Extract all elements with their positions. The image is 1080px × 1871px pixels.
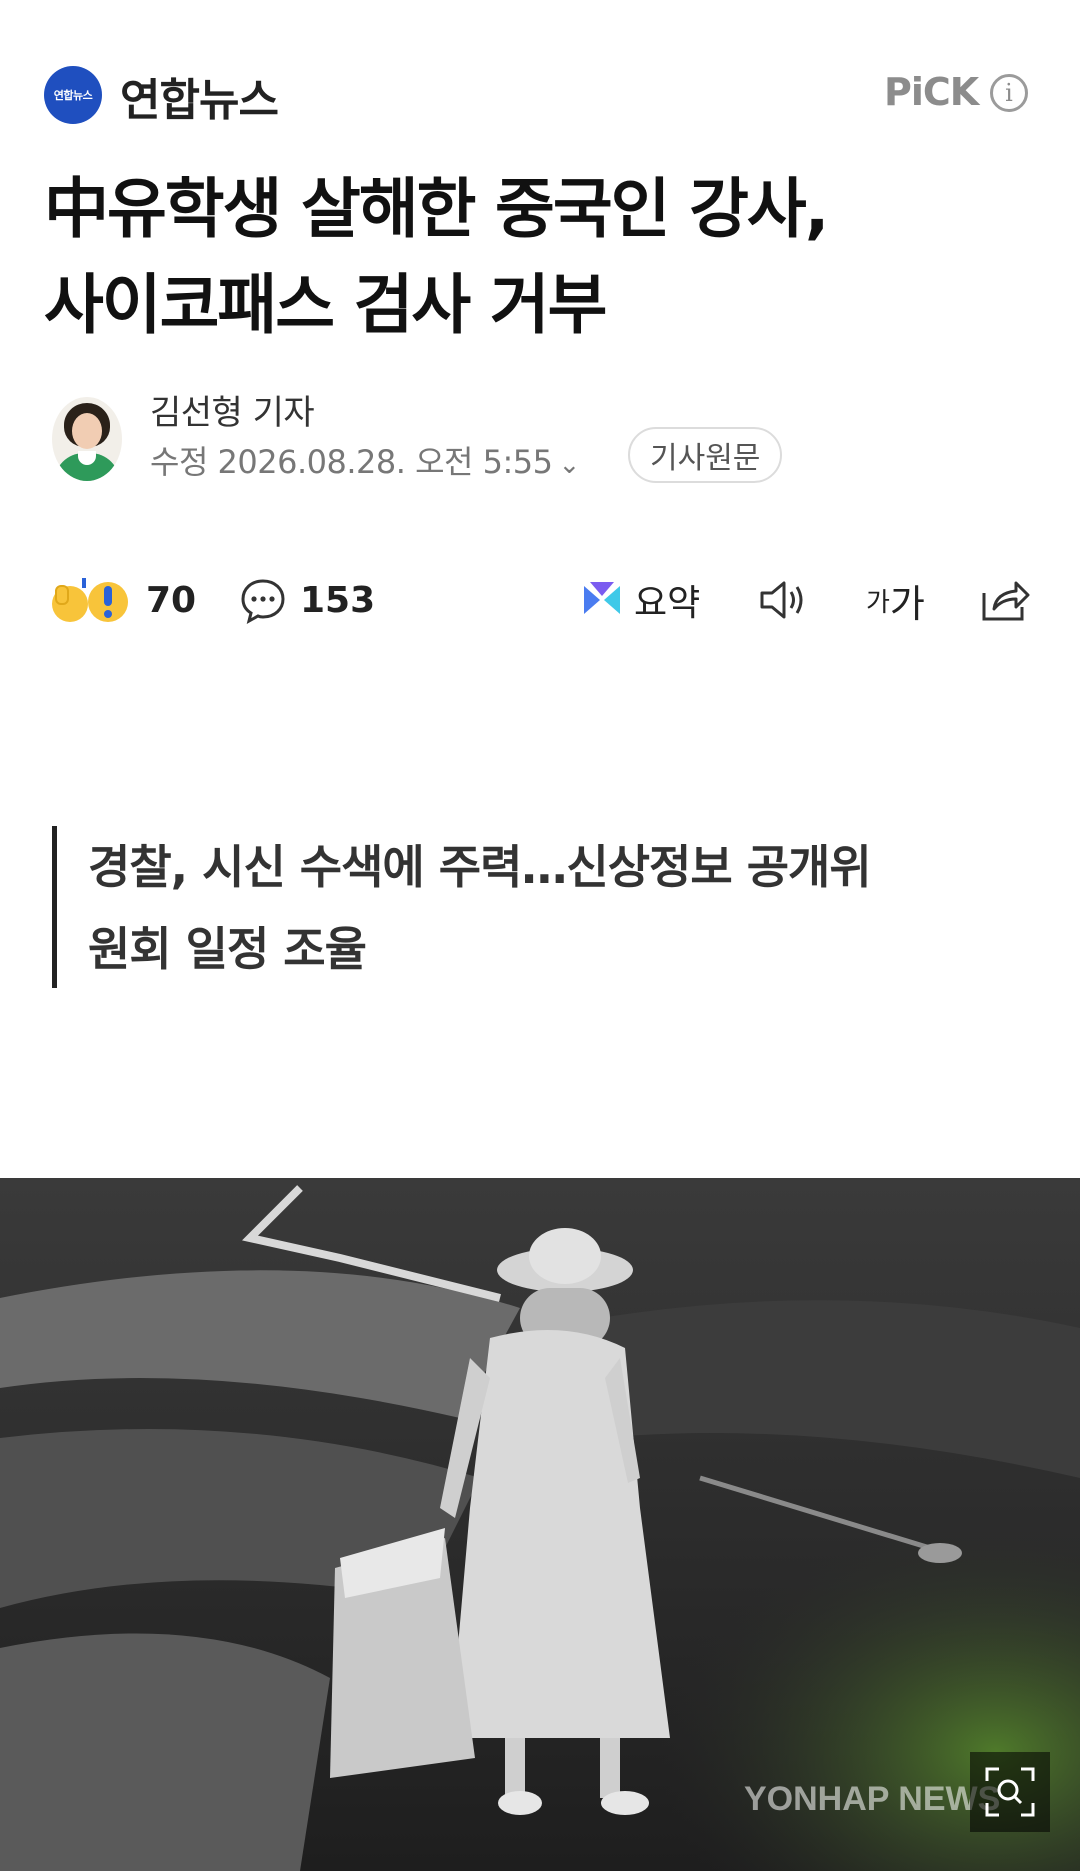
summary-label: 요약 <box>634 583 701 624</box>
summary-button[interactable]: 요약 <box>580 560 700 640</box>
reaction-emoji-icon <box>52 578 128 622</box>
chevron-down-icon[interactable]: ⌄ <box>559 450 581 480</box>
subtitle-line-2: 원회 일정 조율 <box>88 922 367 976</box>
font-small-label: 가 <box>866 587 890 618</box>
reporter-name[interactable]: 김선형 기자 <box>150 385 315 434</box>
share-button[interactable] <box>978 560 1032 640</box>
title-line-1: 中유학생 살해한 중국인 강사, <box>44 172 829 247</box>
comment-count: 153 <box>300 579 376 621</box>
press-name[interactable]: 연합뉴스 <box>120 64 279 128</box>
reaction-button[interactable]: 70 <box>48 560 196 640</box>
share-icon <box>982 581 1030 621</box>
font-large-label: 가 <box>889 581 925 626</box>
summary-quote-bar <box>52 826 57 988</box>
info-icon[interactable]: i <box>990 74 1028 112</box>
reporter-avatar[interactable] <box>52 397 122 481</box>
article-date[interactable]: 수정 2026.08.28. 오전 5:55 ⌄ <box>150 437 580 483</box>
ai-summary-icon <box>584 582 620 614</box>
title-line-2: 사이코패스 검사 거부 <box>44 268 607 343</box>
original-article-button[interactable]: 기사원문 <box>628 427 783 483</box>
date-text: 수정 2026.08.28. 오전 5:55 <box>150 443 553 481</box>
press-logo[interactable]: 연합뉴스 <box>44 66 102 124</box>
tts-button[interactable] <box>756 560 812 640</box>
article-subtitle: 경찰, 시신 수색에 주력…신상정보 공개위 원회 일정 조율 <box>88 826 1018 990</box>
action-bar: 70 153 요약 가가 <box>0 560 1080 640</box>
byline: 김선형 기자 수정 2026.08.28. 오전 5:55 ⌄ 기사원문 <box>44 385 1044 495</box>
article-title: 中유학생 살해한 중국인 강사, 사이코패스 검사 거부 <box>44 162 1034 354</box>
speaker-icon <box>760 581 803 619</box>
article-photo[interactable] <box>0 1178 1080 1871</box>
comment-button[interactable]: 153 <box>238 560 375 640</box>
zoom-search-icon <box>985 1767 1035 1817</box>
pick-badge: PiCK <box>884 70 979 114</box>
photo-zoom-button[interactable] <box>970 1752 1050 1832</box>
comment-icon <box>241 579 285 624</box>
font-size-button[interactable]: 가가 <box>866 560 925 640</box>
cctv-photo <box>0 1178 1080 1871</box>
reaction-count: 70 <box>146 579 197 621</box>
article-header: 연합뉴스 연합뉴스 PiCK i <box>0 0 1080 150</box>
subtitle-line-1: 경찰, 시신 수색에 주력…신상정보 공개위 <box>88 840 872 894</box>
photo-watermark: YONHAP NEWS <box>744 1780 1001 1818</box>
